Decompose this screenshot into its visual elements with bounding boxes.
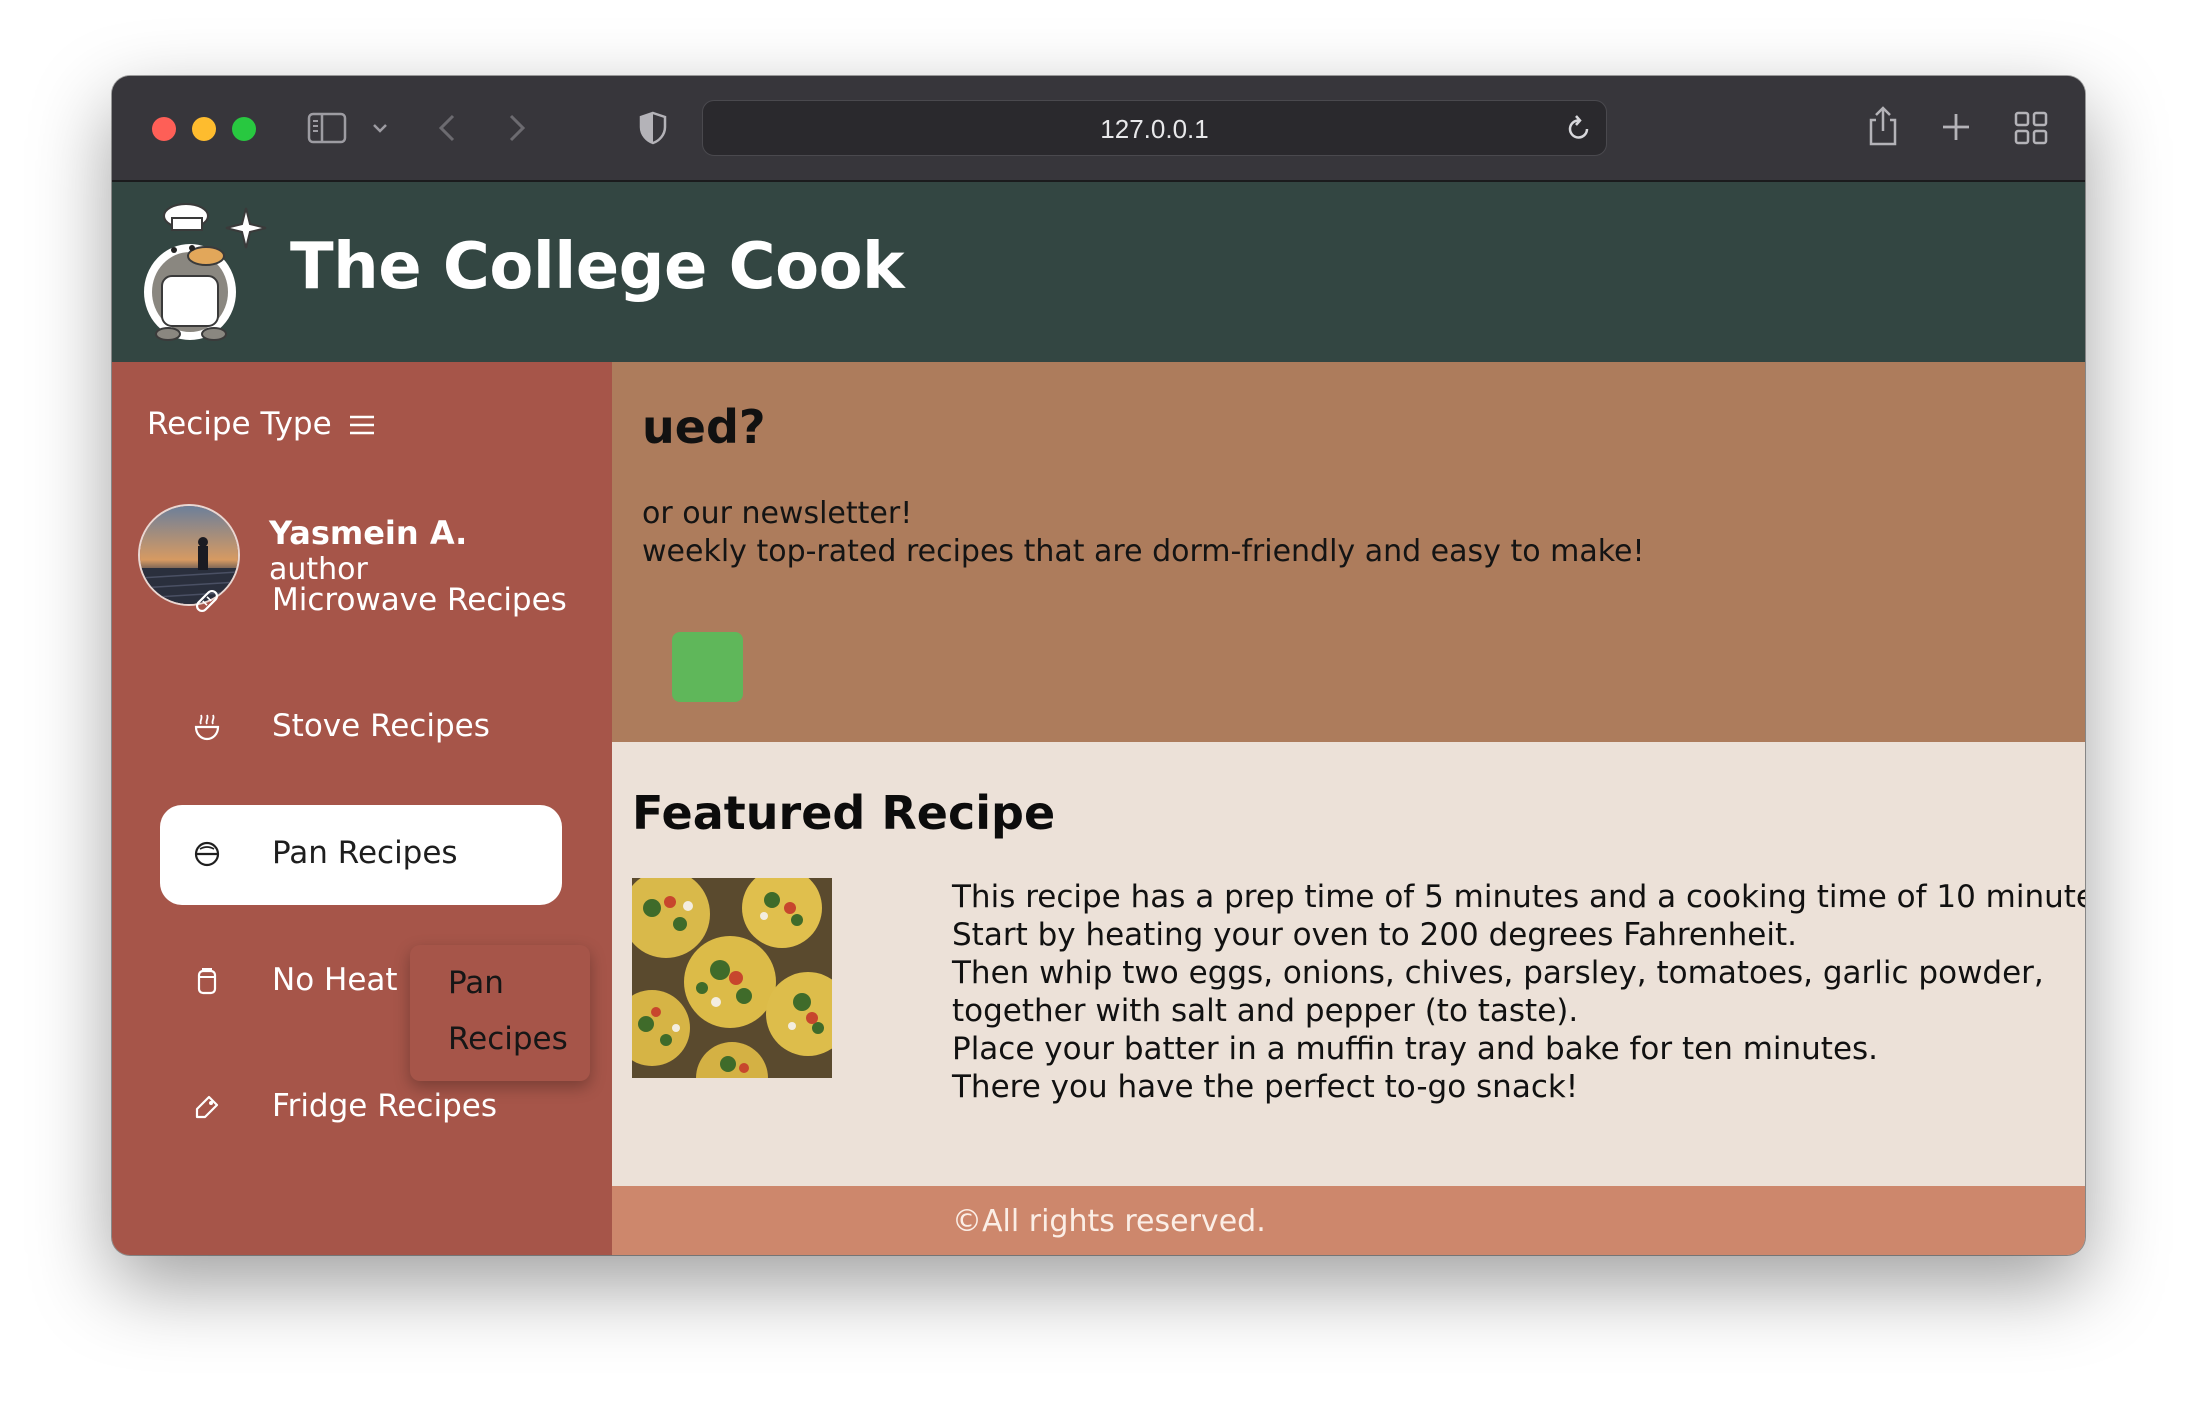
forward-arrow-icon[interactable] [507,113,527,143]
sidebar-toggle-icon[interactable] [307,112,347,144]
back-arrow-icon[interactable] [437,113,457,143]
browser-toolbar: 127.0.0.1 [112,76,2085,182]
newsletter-heading: ued? [642,400,766,454]
web-page: The College Cook ued? or our newsletter!… [112,182,2085,1255]
sidebar-item-label: Stove Recipes [272,708,490,744]
subscribe-button[interactable] [672,632,743,702]
hot-bowl-icon [192,712,222,746]
recipe-text-line: Place your batter in a muffin tray and b… [952,1031,1879,1067]
recipe-text-line: There you have the perfect to-go snack! [952,1069,1579,1105]
newsletter-text-line-1: or our newsletter! [642,496,913,531]
privacy-shield-icon[interactable] [638,111,668,145]
reload-icon[interactable] [1566,114,1592,146]
sidebar-item-stove-recipes[interactable]: Stove Recipes [160,678,614,778]
sidebar-item-pan-recipes[interactable]: Pan Recipes [160,805,562,905]
recipe-text-line: together with salt and pepper (to taste)… [952,993,1579,1029]
user-name: Yasmein A. [269,514,468,552]
share-icon[interactable] [1865,104,1901,148]
url-text: 127.0.0.1 [1100,114,1209,144]
sidebar-item-label: Pan Recipes [272,835,458,871]
newsletter-text-line-2: weekly top-rated recipes that are dorm-f… [642,534,1645,569]
sidebar-heading: Recipe Type [147,406,332,442]
recipe-text-line: Then whip two eggs, onions, chives, pars… [952,955,2044,991]
hamburger-menu-icon[interactable] [348,414,376,440]
site-header: The College Cook [112,182,2085,362]
chevron-down-icon[interactable] [372,122,388,134]
sidebar-item-microwave-recipes[interactable]: Microwave Recipes [160,552,614,652]
jar-icon [192,966,222,1000]
egg-muffins-photo [632,878,832,1078]
chef-cat-logo-icon[interactable] [128,194,278,348]
tooltip-line-2: Recipes [448,1021,568,1057]
pan-icon [192,839,222,873]
address-bar[interactable]: 127.0.0.1 [702,100,1607,156]
recipe-text-line: Start by heating your oven to 200 degree… [952,917,1797,953]
copyright-text: ©All rights reserved. [952,1204,1266,1239]
tooltip-line-1: Pan [448,965,504,1001]
new-tab-plus-icon[interactable] [1940,111,1972,143]
featured-recipe-description: This recipe has a prep time of 5 minutes… [952,878,2085,1106]
maximize-window-button[interactable] [232,117,256,141]
site-title: The College Cook [290,230,905,304]
pan-recipes-tooltip: Pan Recipes [410,945,590,1081]
bandage-icon [192,586,222,620]
sidebar-item-label: Fridge Recipes [272,1088,497,1124]
tab-overview-icon[interactable] [2014,111,2048,145]
recipe-text-line: This recipe has a prep time of 5 minutes… [952,879,2085,915]
minimize-window-button[interactable] [192,117,216,141]
close-window-button[interactable] [152,117,176,141]
recipe-type-sidebar: Recipe Type Yasmein A. author Microwave … [112,362,612,1255]
featured-recipe-title: Featured Recipe [632,786,1056,840]
sidebar-item-label: Microwave Recipes [272,582,567,618]
browser-window: 127.0.0.1 The College Cook ued? or our n… [112,76,2085,1255]
fridge-tag-icon [192,1092,222,1126]
